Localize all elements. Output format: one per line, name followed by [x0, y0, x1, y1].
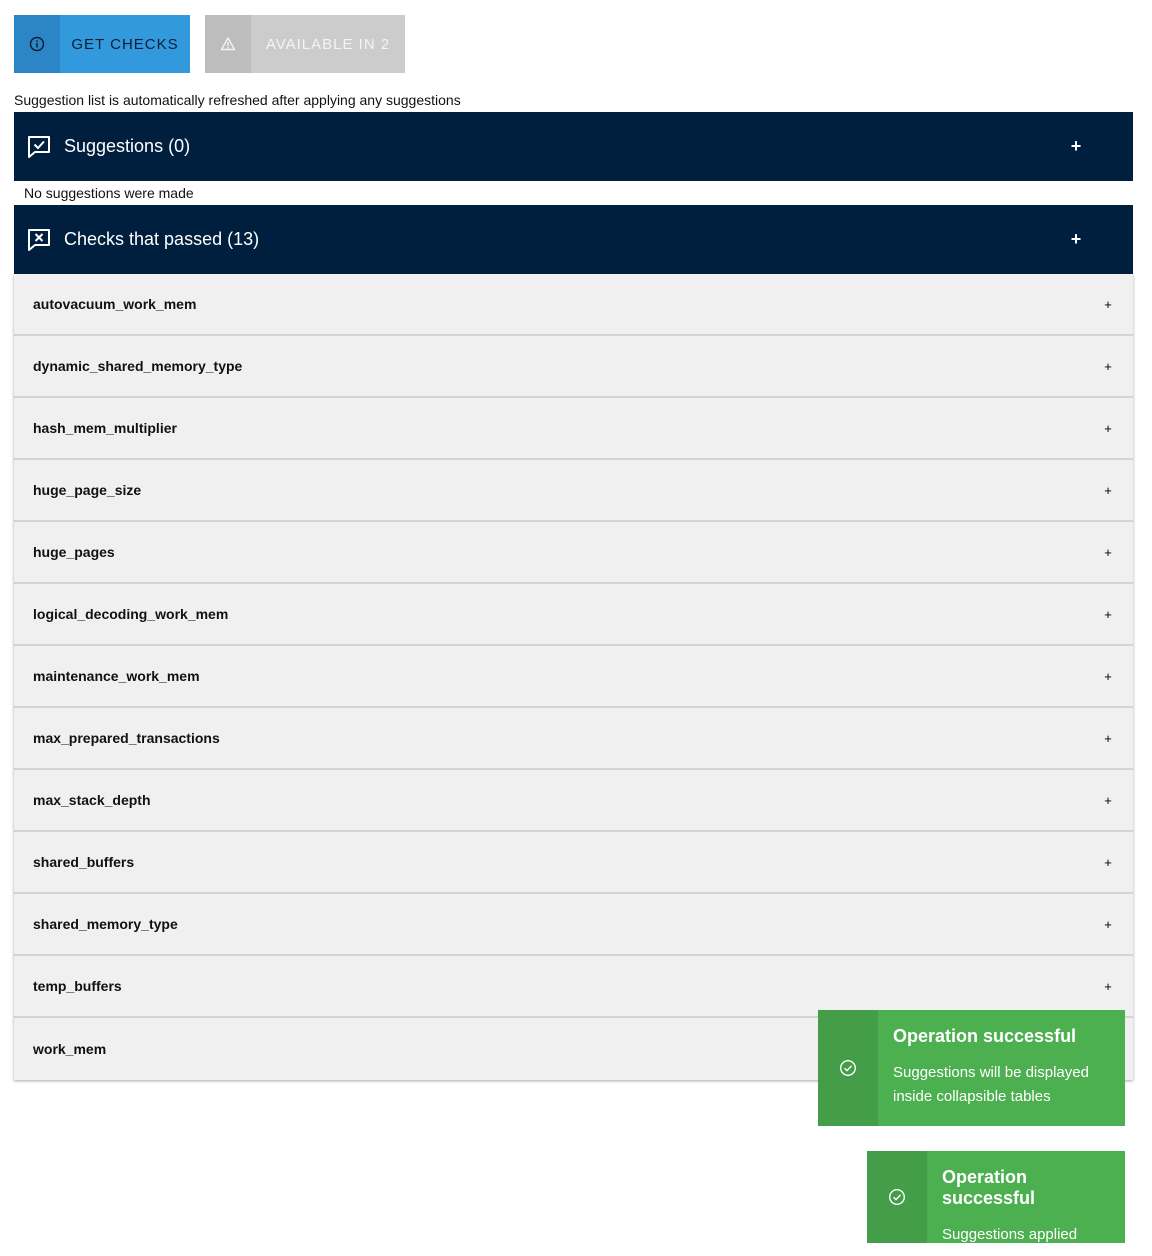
check-label: max_prepared_transactions [33, 730, 220, 746]
available-in-button[interactable]: AVAILABLE IN 2 [205, 15, 405, 73]
expand-toggle[interactable]: + [1101, 421, 1115, 436]
check-label: huge_pages [33, 544, 115, 560]
check-row-max-prepared-transactions[interactable]: max_prepared_transactions + [14, 708, 1133, 770]
check-circle-icon [867, 1151, 927, 1243]
expand-toggle[interactable]: + [1101, 607, 1115, 622]
suggestions-title: Suggestions (0) [64, 136, 191, 156]
expand-toggle[interactable]: + [1101, 731, 1115, 746]
check-label: shared_memory_type [33, 916, 178, 932]
expand-toggle[interactable]: + [1101, 793, 1115, 808]
check-label: hash_mem_multiplier [33, 420, 177, 436]
check-row-autovacuum-work-mem[interactable]: autovacuum_work_mem + [14, 274, 1133, 336]
toast-message: Suggestions will be displayed inside col… [893, 1064, 1089, 1105]
success-toast[interactable]: Operation successful Suggestions will be… [818, 1010, 1125, 1126]
expand-toggle[interactable]: + [1101, 855, 1115, 870]
toast-title: Operation successful [942, 1167, 1036, 1208]
check-label: max_stack_depth [33, 792, 151, 808]
check-row-max-stack-depth[interactable]: max_stack_depth + [14, 770, 1133, 832]
expand-toggle[interactable]: + [1101, 483, 1115, 498]
passed-checks-expand-toggle[interactable]: + [1065, 229, 1087, 250]
no-suggestions-message: No suggestions were made [14, 181, 1133, 205]
toast-title: Operation successful [893, 1026, 1077, 1046]
check-row-huge-pages[interactable]: huge_pages + [14, 522, 1133, 584]
check-label: temp_buffers [33, 978, 122, 994]
check-row-dynamic-shared-memory-type[interactable]: dynamic_shared_memory_type + [14, 336, 1133, 398]
get-checks-button[interactable]: GET CHECKS [14, 15, 190, 73]
expand-toggle[interactable]: + [1101, 545, 1115, 560]
suggestions-expand-toggle[interactable]: + [1065, 136, 1087, 157]
expand-toggle[interactable]: + [1101, 917, 1115, 932]
check-label: shared_buffers [33, 854, 135, 870]
check-label: autovacuum_work_mem [33, 296, 197, 312]
check-label: huge_page_size [33, 482, 142, 498]
expand-toggle[interactable]: + [1101, 979, 1115, 994]
check-row-logical-decoding-work-mem[interactable]: logical_decoding_work_mem + [14, 584, 1133, 646]
check-circle-icon [818, 1010, 878, 1126]
comment-x-icon [14, 227, 64, 253]
comment-check-icon [14, 134, 64, 160]
check-label: logical_decoding_work_mem [33, 606, 229, 622]
passed-checks-list: autovacuum_work_mem + dynamic_shared_mem… [14, 274, 1133, 1080]
success-toast[interactable]: Operation successful Suggestions applied [867, 1151, 1125, 1243]
expand-toggle[interactable]: + [1101, 359, 1115, 374]
check-row-huge-page-size[interactable]: huge_page_size + [14, 460, 1133, 522]
available-in-label: AVAILABLE IN 2 [265, 35, 391, 53]
check-row-hash-mem-multiplier[interactable]: hash_mem_multiplier + [14, 398, 1133, 460]
check-row-shared-memory-type[interactable]: shared_memory_type + [14, 894, 1133, 956]
check-label: maintenance_work_mem [33, 668, 200, 684]
check-label: dynamic_shared_memory_type [33, 358, 243, 374]
passed-checks-section-header[interactable]: Checks that passed (13) + [14, 205, 1133, 274]
warning-icon [205, 15, 251, 73]
check-row-shared-buffers[interactable]: shared_buffers + [14, 832, 1133, 894]
get-checks-label: GET CHECKS [71, 35, 179, 53]
check-row-maintenance-work-mem[interactable]: maintenance_work_mem + [14, 646, 1133, 708]
info-icon [14, 15, 60, 73]
refresh-info-text: Suggestion list is automatically refresh… [14, 92, 461, 108]
passed-checks-title: Checks that passed (13) [64, 229, 260, 249]
toast-message: Suggestions applied [942, 1226, 1078, 1243]
expand-toggle[interactable]: + [1101, 297, 1115, 312]
check-row-temp-buffers[interactable]: temp_buffers + [14, 956, 1133, 1018]
suggestions-section-header[interactable]: Suggestions (0) + [14, 112, 1133, 181]
expand-toggle[interactable]: + [1101, 669, 1115, 684]
